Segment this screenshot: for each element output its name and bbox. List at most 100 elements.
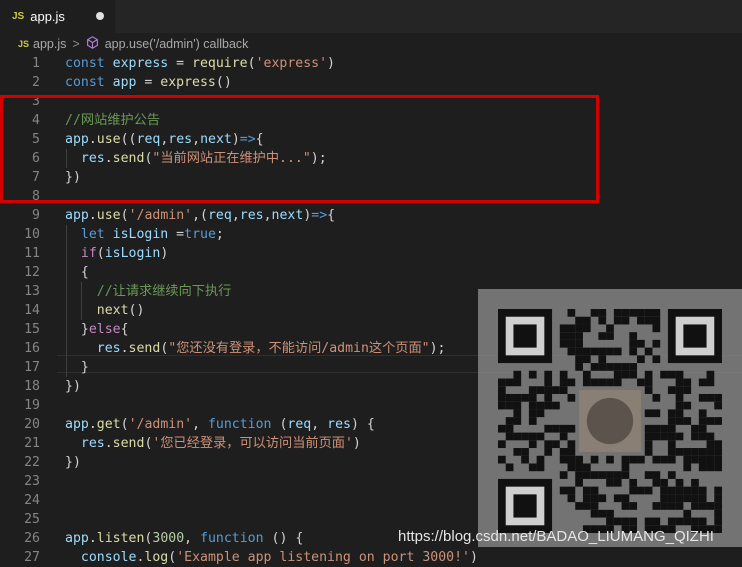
code-text: const express = require('express') bbox=[65, 54, 335, 73]
code-token: , bbox=[184, 531, 201, 546]
code-line[interactable]: 12 { bbox=[0, 263, 742, 282]
code-line[interactable]: 1 const express = require('express') bbox=[0, 54, 742, 73]
line-number: 10 bbox=[24, 227, 40, 242]
code-token: app bbox=[112, 75, 137, 90]
code-line[interactable]: 11 if(isLogin) bbox=[0, 244, 742, 263]
watermark-url: https://blog.csdn.net/BADAO_LIUMANG_QIZH… bbox=[398, 528, 714, 545]
code-token: 'express' bbox=[255, 56, 328, 71]
code-token: ( bbox=[168, 550, 177, 565]
code-token: express bbox=[160, 75, 216, 90]
symbol-method-icon bbox=[86, 36, 99, 52]
code-token: ) bbox=[160, 246, 169, 261]
code-text: app.use('/admin',(req,res,next)=>{ bbox=[65, 206, 335, 225]
code-text: const app = express() bbox=[65, 73, 232, 92]
code-token: res bbox=[327, 417, 351, 432]
code-token: { bbox=[65, 265, 89, 280]
code-token: { bbox=[327, 208, 336, 223]
code-token: . bbox=[104, 436, 113, 451]
breadcrumb-separator: > bbox=[72, 37, 80, 51]
tab-app-js[interactable]: JS app.js bbox=[0, 0, 115, 33]
code-text: }else{ bbox=[65, 320, 129, 339]
code-token: ) { bbox=[350, 417, 375, 432]
code-token: . bbox=[88, 417, 97, 432]
code-token: { bbox=[120, 322, 129, 337]
code-token: , bbox=[231, 208, 240, 223]
js-file-icon: JS bbox=[18, 39, 30, 49]
code-text: { bbox=[65, 263, 89, 282]
line-number: 20 bbox=[24, 417, 40, 432]
line-number: 2 bbox=[32, 75, 40, 90]
line-number: 21 bbox=[24, 436, 40, 451]
code-token: ( bbox=[96, 246, 105, 261]
code-line[interactable]: 10 let isLogin =true; bbox=[0, 225, 742, 244]
code-text: } bbox=[65, 358, 89, 377]
code-line[interactable]: 27 console.log('Example app listening on… bbox=[0, 548, 742, 567]
code-token: . bbox=[88, 208, 97, 223]
code-token: () bbox=[128, 303, 145, 318]
code-token: }) bbox=[65, 379, 81, 394]
code-token: isLogin bbox=[104, 246, 161, 261]
code-line[interactable]: 2 const app = express() bbox=[0, 73, 742, 92]
code-token: ) bbox=[327, 56, 335, 71]
code-token: => bbox=[311, 208, 328, 223]
code-token: '/admin' bbox=[128, 417, 193, 432]
js-file-icon: JS bbox=[12, 11, 25, 22]
code-token: ( bbox=[247, 56, 256, 71]
code-token: if bbox=[80, 246, 97, 261]
line-number: 16 bbox=[24, 341, 40, 356]
line-number: 18 bbox=[24, 379, 40, 394]
code-token: 'Example app listening on port 3000!' bbox=[176, 550, 470, 565]
code-token: app bbox=[65, 417, 89, 432]
line-number: 13 bbox=[24, 284, 40, 299]
line-number: 19 bbox=[24, 398, 40, 413]
code-token: express bbox=[112, 56, 169, 71]
code-token: 3000 bbox=[152, 531, 185, 546]
code-text: next() bbox=[65, 301, 145, 320]
code-token: req bbox=[287, 417, 312, 432]
code-token: else bbox=[88, 322, 121, 337]
code-token: "您还没有登录，不能访问/admin这个页面" bbox=[168, 341, 430, 356]
line-number: 23 bbox=[24, 474, 40, 489]
breadcrumb-symbol[interactable]: app.use('/admin') callback bbox=[105, 37, 249, 51]
code-token: } bbox=[65, 360, 89, 375]
code-text: res.send('您已经登录，可以访问当前页面') bbox=[65, 434, 361, 453]
line-number: 9 bbox=[32, 208, 40, 223]
code-token: }) bbox=[65, 455, 81, 470]
code-token: app bbox=[65, 531, 89, 546]
line-number: 27 bbox=[24, 550, 40, 565]
code-text: //让请求继续向下执行 bbox=[65, 282, 232, 301]
code-token: '/admin' bbox=[128, 208, 193, 223]
qr-code-overlay bbox=[478, 289, 742, 547]
code-token: req bbox=[207, 208, 232, 223]
code-token: res bbox=[80, 436, 105, 451]
code-token: } bbox=[65, 322, 89, 337]
code-token: next bbox=[96, 303, 129, 318]
code-token: listen bbox=[96, 531, 145, 546]
code-token: get bbox=[96, 417, 121, 432]
code-line[interactable]: 9 app.use('/admin',(req,res,next)=>{ bbox=[0, 206, 742, 225]
code-token: function bbox=[207, 417, 272, 432]
unsaved-dot-icon[interactable] bbox=[96, 12, 104, 20]
qr-code-icon bbox=[498, 309, 722, 533]
indent-guide bbox=[81, 282, 82, 320]
code-token: console bbox=[80, 550, 137, 565]
code-token: use bbox=[96, 208, 121, 223]
code-token: = bbox=[136, 75, 161, 90]
line-number: 12 bbox=[24, 265, 40, 280]
code-token: . bbox=[120, 341, 129, 356]
breadcrumb-file[interactable]: app.js bbox=[33, 37, 66, 51]
code-token: next bbox=[271, 208, 304, 223]
code-token: res bbox=[96, 341, 121, 356]
code-text: }) bbox=[65, 377, 81, 396]
breadcrumb: JS app.js > app.use('/admin') callback bbox=[0, 33, 742, 55]
code-text: if(isLogin) bbox=[65, 244, 168, 263]
code-token: ,( bbox=[192, 208, 208, 223]
code-token: send bbox=[128, 341, 161, 356]
code-token: true bbox=[184, 227, 216, 242]
code-token: , bbox=[311, 417, 328, 432]
code-token: res bbox=[239, 208, 264, 223]
code-token: ( bbox=[271, 417, 288, 432]
line-number: 17 bbox=[24, 360, 40, 375]
tab-bar: JS app.js bbox=[0, 0, 742, 33]
